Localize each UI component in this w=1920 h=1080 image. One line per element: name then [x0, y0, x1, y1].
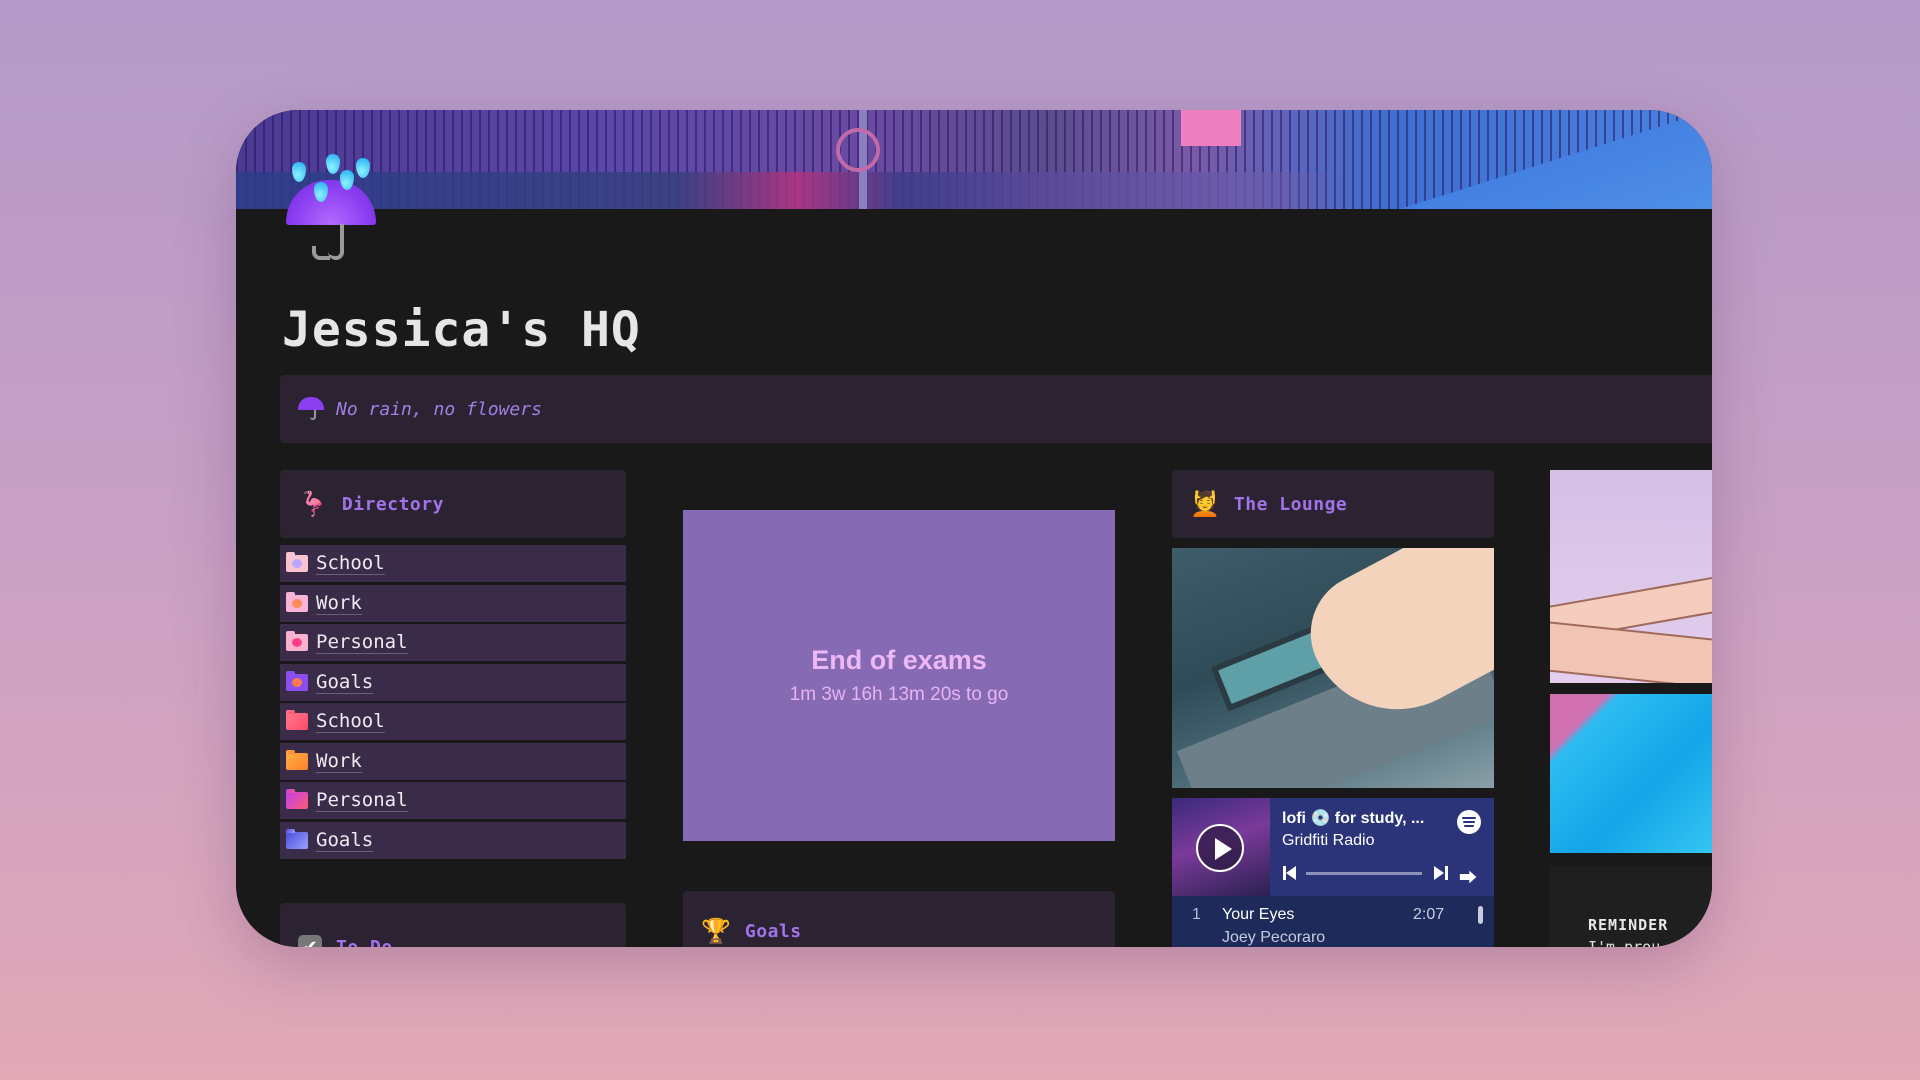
folder-icon	[286, 789, 308, 809]
raindrop	[292, 162, 306, 182]
directory-item-label: Work	[316, 749, 362, 773]
goals-header[interactable]: 🏆 Goals	[683, 891, 1115, 947]
umbrella-icon	[298, 395, 324, 423]
directory-item-label: Work	[316, 591, 362, 615]
umbrella-canopy	[286, 180, 376, 225]
folder-icon	[286, 828, 308, 849]
directory-item-label: Goals	[316, 670, 374, 694]
callout-text: No rain, no flowers	[336, 398, 542, 420]
reminder-block[interactable]: REMINDER I'm prou	[1550, 866, 1712, 947]
callout-quote[interactable]: No rain, no flowers	[280, 375, 1712, 443]
directory-item[interactable]: Personal	[280, 782, 626, 819]
next-track-icon[interactable]	[1434, 866, 1448, 880]
finger	[1550, 618, 1712, 683]
countdown-title: End of exams	[811, 645, 987, 675]
reminder-text: I'm prou	[1588, 938, 1661, 947]
pool-image[interactable]	[1550, 694, 1712, 853]
cover-pink-sign	[1181, 110, 1241, 146]
directory-item-label: Goals	[316, 828, 374, 852]
progress-bar[interactable]	[1306, 872, 1422, 875]
directory-item-label: Personal	[316, 631, 408, 654]
cover-sign	[836, 128, 880, 172]
countdown-remaining: 1m 3w 16h 13m 20s to go	[789, 684, 1009, 705]
directory-item[interactable]: Goals	[280, 821, 626, 859]
trophy-icon: 🏆	[701, 917, 731, 945]
todo-header[interactable]: ✔ To Do	[280, 903, 626, 947]
heart-folder-icon	[286, 591, 308, 612]
directory-item[interactable]: Goals	[280, 663, 626, 701]
playlist-title[interactable]: lofi 💿 for study, ...	[1282, 808, 1424, 828]
umbrella-handle	[312, 224, 344, 260]
track-duration: 2:07	[1413, 906, 1445, 923]
track-number: 1	[1192, 906, 1201, 923]
lounge-cassette-image[interactable]	[1172, 548, 1494, 788]
directory-header[interactable]: 🦩 Directory	[280, 470, 626, 538]
checkbox-icon: ✔	[298, 935, 322, 947]
raindrop	[356, 158, 370, 178]
lounge-title: The Lounge	[1233, 493, 1348, 515]
track-title: Your Eyes	[1222, 906, 1295, 923]
spotify-player: lofi 💿 for study, ... Gridfiti Radio ⮕ 1…	[1172, 798, 1494, 947]
heart-folder-icon	[286, 552, 308, 572]
directory-item[interactable]: School	[280, 545, 626, 582]
directory-item[interactable]: Work	[280, 742, 626, 780]
spotify-logo-icon[interactable]	[1457, 810, 1481, 834]
raindrop	[326, 154, 340, 174]
directory-list: School Work Personal Goals School Work P…	[280, 545, 626, 861]
page-title[interactable]: Jessica's HQ	[282, 302, 641, 358]
playlist-cover[interactable]	[1172, 798, 1270, 896]
person-getting-massage-icon: 💆	[1190, 490, 1220, 518]
umbrella-with-rain-icon[interactable]	[286, 154, 376, 260]
directory-item-label: School	[316, 552, 385, 575]
flamingo-icon: 🦩	[298, 490, 328, 518]
reminder-heading: REMINDER	[1588, 916, 1669, 934]
folder-icon	[286, 710, 308, 730]
directory-item[interactable]: Work	[280, 584, 626, 622]
track-list-scrollbar[interactable]	[1478, 906, 1483, 924]
track-row[interactable]: 1 Your Eyes Joey Pecoraro 2:07	[1172, 896, 1494, 947]
cover-image[interactable]	[236, 110, 1712, 209]
hands-image[interactable]	[1550, 470, 1712, 683]
folder-icon	[286, 749, 308, 770]
previous-track-icon[interactable]	[1283, 866, 1297, 880]
heart-folder-icon	[286, 631, 308, 651]
directory-item-label: School	[316, 710, 385, 733]
notion-page-card: Jessica's HQ No rain, no flowers 🦩 Direc…	[236, 110, 1712, 947]
directory-item[interactable]: Personal	[280, 624, 626, 661]
share-icon[interactable]: ⮕	[1459, 864, 1477, 890]
directory-title: Directory	[341, 493, 444, 515]
lounge-header[interactable]: 💆 The Lounge	[1172, 470, 1494, 538]
goals-title: Goals	[744, 920, 802, 942]
heart-folder-icon	[286, 670, 308, 691]
track-artist: Joey Pecoraro	[1222, 929, 1326, 946]
playlist-owner[interactable]: Gridfiti Radio	[1282, 832, 1374, 850]
todo-title: To Do	[336, 936, 393, 948]
directory-item-label: Personal	[316, 789, 408, 812]
directory-item[interactable]: School	[280, 703, 626, 740]
play-button[interactable]	[1196, 824, 1244, 872]
countdown-widget[interactable]: End of exams 1m 3w 16h 13m 20s to go	[683, 510, 1115, 841]
